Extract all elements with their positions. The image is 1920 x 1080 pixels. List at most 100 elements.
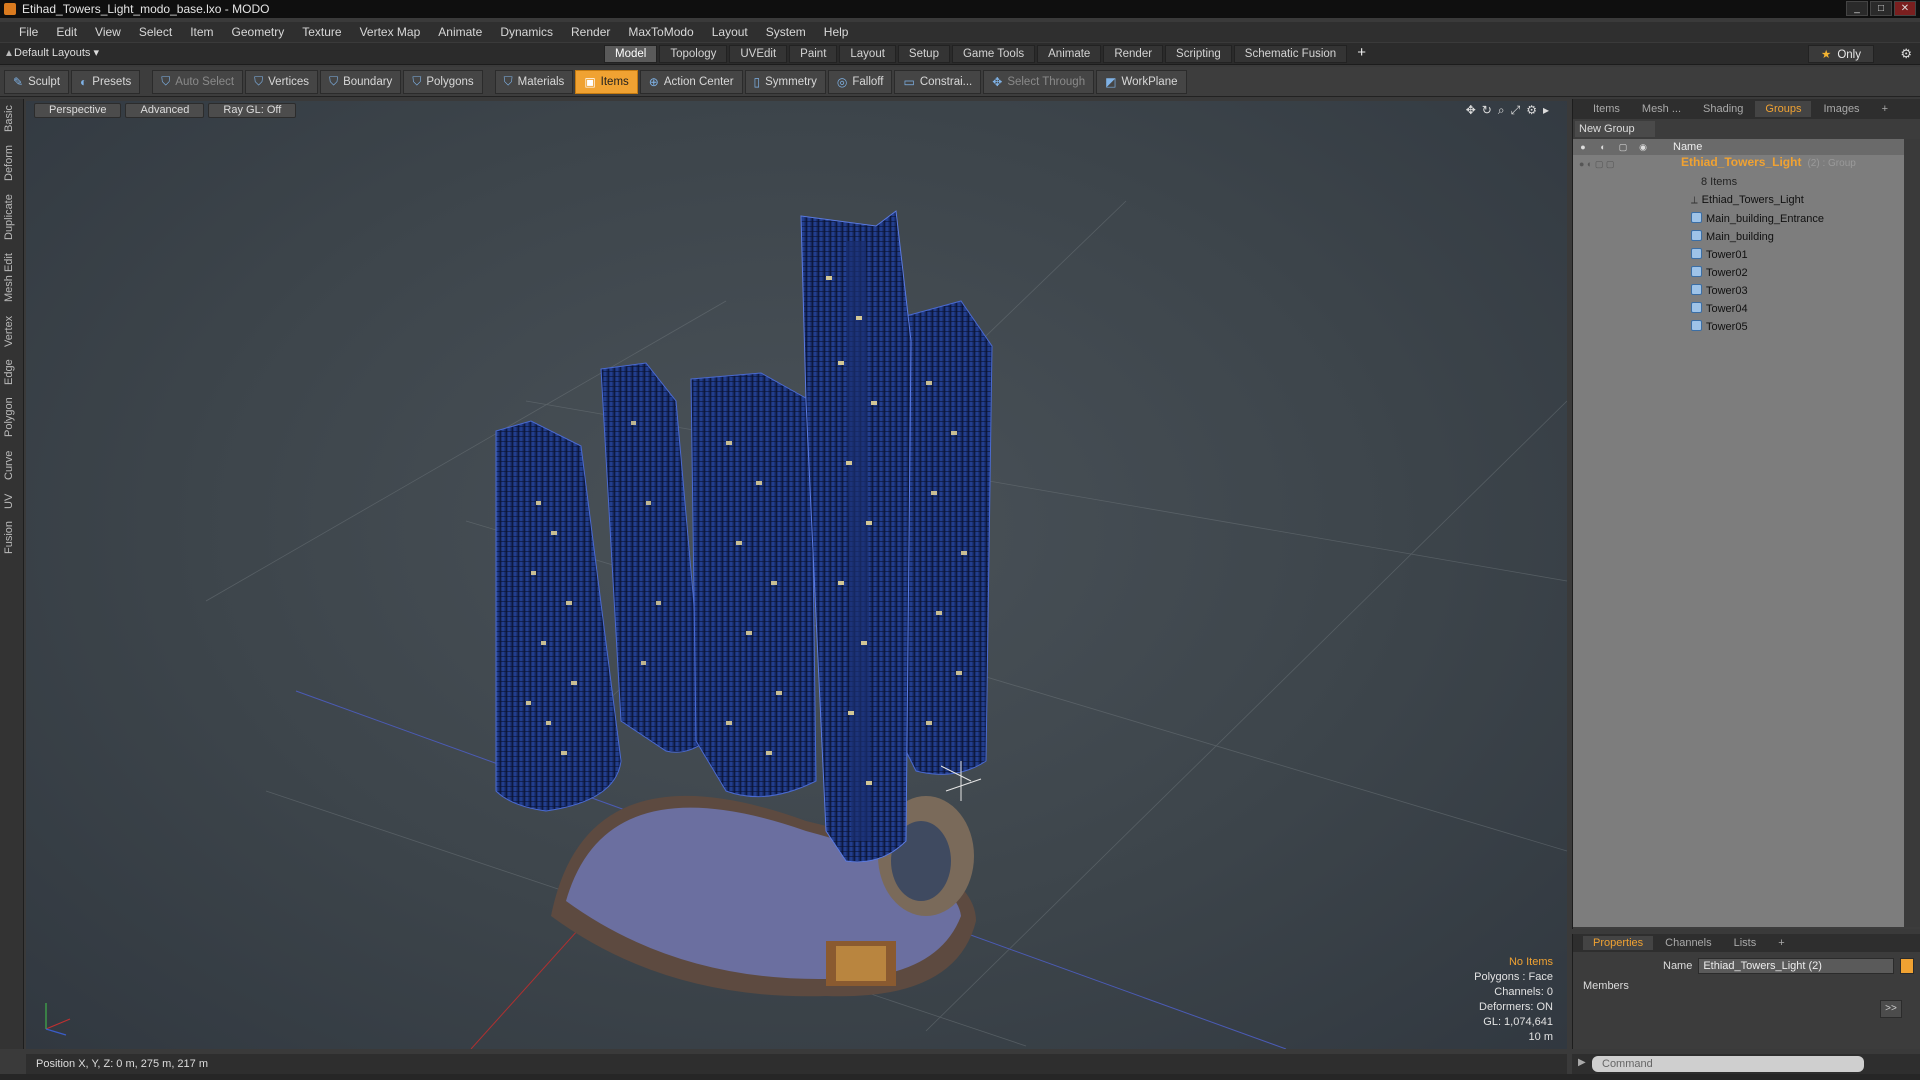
groups-scrollbar[interactable] <box>1904 139 1920 927</box>
menu-edit[interactable]: Edit <box>47 25 86 39</box>
menu-dynamics[interactable]: Dynamics <box>491 25 562 39</box>
list-item[interactable]: Main_building <box>1573 227 1905 245</box>
add-panel-icon[interactable]: + <box>1872 101 1898 117</box>
list-item[interactable]: Main_building_Entrance <box>1573 209 1905 227</box>
group-row[interactable]: ● ◐ ▢ ▢ Ethiad_Towers_Light (2) : Group <box>1573 155 1905 173</box>
items-button[interactable]: ▣ Items <box>575 69 638 94</box>
close-button[interactable]: ✕ <box>1894 1 1916 16</box>
menu-vertex-map[interactable]: Vertex Map <box>351 25 430 39</box>
vtab-fusion[interactable]: Fusion <box>3 519 21 555</box>
tab-channels[interactable]: Channels <box>1655 936 1721 950</box>
tab-game-tools[interactable]: Game Tools <box>951 45 1036 63</box>
vtab-polygon[interactable]: Polygon <box>3 395 21 439</box>
add-properties-tab-icon[interactable]: + <box>1768 936 1794 950</box>
action-center-button[interactable]: ⊕ Action Center <box>639 69 743 94</box>
menu-view[interactable]: View <box>86 25 130 39</box>
tab-uvedit[interactable]: UVEdit <box>729 45 788 63</box>
lock-icon[interactable]: ▢ <box>1613 142 1633 153</box>
list-item[interactable]: Tower02 <box>1573 263 1905 281</box>
render-icon[interactable]: ◐ <box>1593 142 1613 152</box>
menu-system[interactable]: System <box>757 25 815 39</box>
name-column[interactable]: Name <box>1673 141 1702 153</box>
select-icon[interactable]: ◉ <box>1633 142 1653 153</box>
vtab-uv[interactable]: UV <box>3 491 21 511</box>
vtab-curve[interactable]: Curve <box>3 447 21 483</box>
minimize-button[interactable]: _ <box>1846 1 1868 16</box>
falloff-button[interactable]: ◎ Falloff <box>827 69 893 94</box>
raygl-button[interactable]: Ray GL: Off <box>208 103 297 118</box>
menu-file[interactable]: File <box>10 25 47 39</box>
menu-geometry[interactable]: Geometry <box>223 25 294 39</box>
boundary-button[interactable]: ⛉ Boundary <box>320 69 402 94</box>
add-tab-icon[interactable]: + <box>1349 45 1374 63</box>
list-item[interactable]: Tower05 <box>1573 317 1905 335</box>
tab-model[interactable]: Model <box>604 45 658 63</box>
vtab-deform[interactable]: Deform <box>3 143 21 183</box>
zoom-icon[interactable]: ⌕ <box>1498 103 1505 118</box>
list-item[interactable]: ⟂ Ethiad_Towers_Light <box>1573 191 1905 209</box>
command-input[interactable]: Command <box>1592 1056 1864 1072</box>
group-visibility-icon[interactable]: ● ◐ ▢ ▢ <box>1579 159 1614 170</box>
tab-paint[interactable]: Paint <box>789 45 838 63</box>
list-item[interactable]: Tower01 <box>1573 245 1905 263</box>
materials-button[interactable]: ⛉ Materials <box>494 69 574 94</box>
group-name-field[interactable]: Ethiad_Towers_Light (2) <box>1698 958 1895 974</box>
tab-groups[interactable]: Groups <box>1755 101 1812 117</box>
default-layouts-dropdown[interactable]: Default Layouts ▾ <box>14 46 99 59</box>
3d-viewport[interactable]: Perspective Advanced Ray GL: Off ✥ ↻ ⌕ ⤢… <box>26 101 1567 1049</box>
new-group-button[interactable]: New Group <box>1575 121 1655 137</box>
group-color-swatch[interactable] <box>1900 958 1915 974</box>
maximize-icon[interactable]: ⤢ <box>1511 103 1521 118</box>
tab-shading[interactable]: Shading <box>1693 101 1753 117</box>
auto-select-button[interactable]: ⛉ Auto Select <box>152 69 244 94</box>
vtab-basic[interactable]: Basic <box>3 103 21 135</box>
tab-items[interactable]: Items <box>1583 101 1630 117</box>
pan-icon[interactable]: ✥ <box>1466 103 1476 118</box>
tab-render[interactable]: Render <box>1103 45 1164 63</box>
constraints-button[interactable]: ▭ Constrai... <box>894 69 982 94</box>
menu-select[interactable]: Select <box>130 25 181 39</box>
list-item[interactable]: Tower04 <box>1573 299 1905 317</box>
vtab-edge[interactable]: Edge <box>3 357 21 387</box>
vtab-mesh-edit[interactable]: Mesh Edit <box>3 251 21 305</box>
viewport-gear-icon[interactable]: ⚙ <box>1526 103 1537 118</box>
viewport-menu-icon[interactable]: ▸ <box>1543 103 1549 118</box>
tab-properties[interactable]: Properties <box>1583 936 1654 950</box>
presets-button[interactable]: ◐ Presets <box>71 69 141 94</box>
select-through-icon: ✥ <box>992 74 1003 89</box>
members-more-button[interactable]: >> <box>1880 1000 1902 1018</box>
view-type-button[interactable]: Perspective <box>34 103 122 118</box>
gear-icon[interactable]: ⚙ <box>1900 46 1912 62</box>
symmetry-button[interactable]: ▯ Symmetry <box>744 69 826 94</box>
tab-schematic-fusion[interactable]: Schematic Fusion <box>1233 45 1348 63</box>
eye-icon[interactable]: ● <box>1573 142 1593 152</box>
vtab-duplicate[interactable]: Duplicate <box>3 191 21 243</box>
members-section[interactable]: Members <box>1583 980 1629 992</box>
menu-layout[interactable]: Layout <box>703 25 757 39</box>
select-through-button[interactable]: ✥ Select Through <box>983 69 1095 94</box>
tab-mesh[interactable]: Mesh ... <box>1632 101 1691 117</box>
tab-lists[interactable]: Lists <box>1724 936 1767 950</box>
menu-help[interactable]: Help <box>815 25 858 39</box>
tab-layout[interactable]: Layout <box>839 45 896 63</box>
menu-maxtomodo[interactable]: MaxToModo <box>619 25 702 39</box>
vertices-button[interactable]: ⛉ Vertices <box>245 69 319 94</box>
only-button[interactable]: ★ Only <box>1808 45 1874 63</box>
menu-texture[interactable]: Texture <box>293 25 350 39</box>
menu-render[interactable]: Render <box>562 25 619 39</box>
shading-mode-button[interactable]: Advanced <box>125 103 205 118</box>
workplane-button[interactable]: ◩ WorkPlane <box>1096 69 1187 94</box>
tab-topology[interactable]: Topology <box>659 45 728 63</box>
sculpt-button[interactable]: ✎ Sculpt <box>4 69 70 94</box>
rotate-icon[interactable]: ↻ <box>1482 103 1492 118</box>
tab-scripting[interactable]: Scripting <box>1165 45 1232 63</box>
tab-setup[interactable]: Setup <box>897 45 950 63</box>
tab-images[interactable]: Images <box>1813 101 1869 117</box>
vtab-vertex[interactable]: Vertex <box>3 313 21 349</box>
polygons-button[interactable]: ⛉ Polygons <box>403 69 483 94</box>
maximize-button[interactable]: □ <box>1870 1 1892 16</box>
list-item[interactable]: Tower03 <box>1573 281 1905 299</box>
tab-animate[interactable]: Animate <box>1037 45 1102 63</box>
menu-item[interactable]: Item <box>181 25 222 39</box>
menu-animate[interactable]: Animate <box>429 25 491 39</box>
